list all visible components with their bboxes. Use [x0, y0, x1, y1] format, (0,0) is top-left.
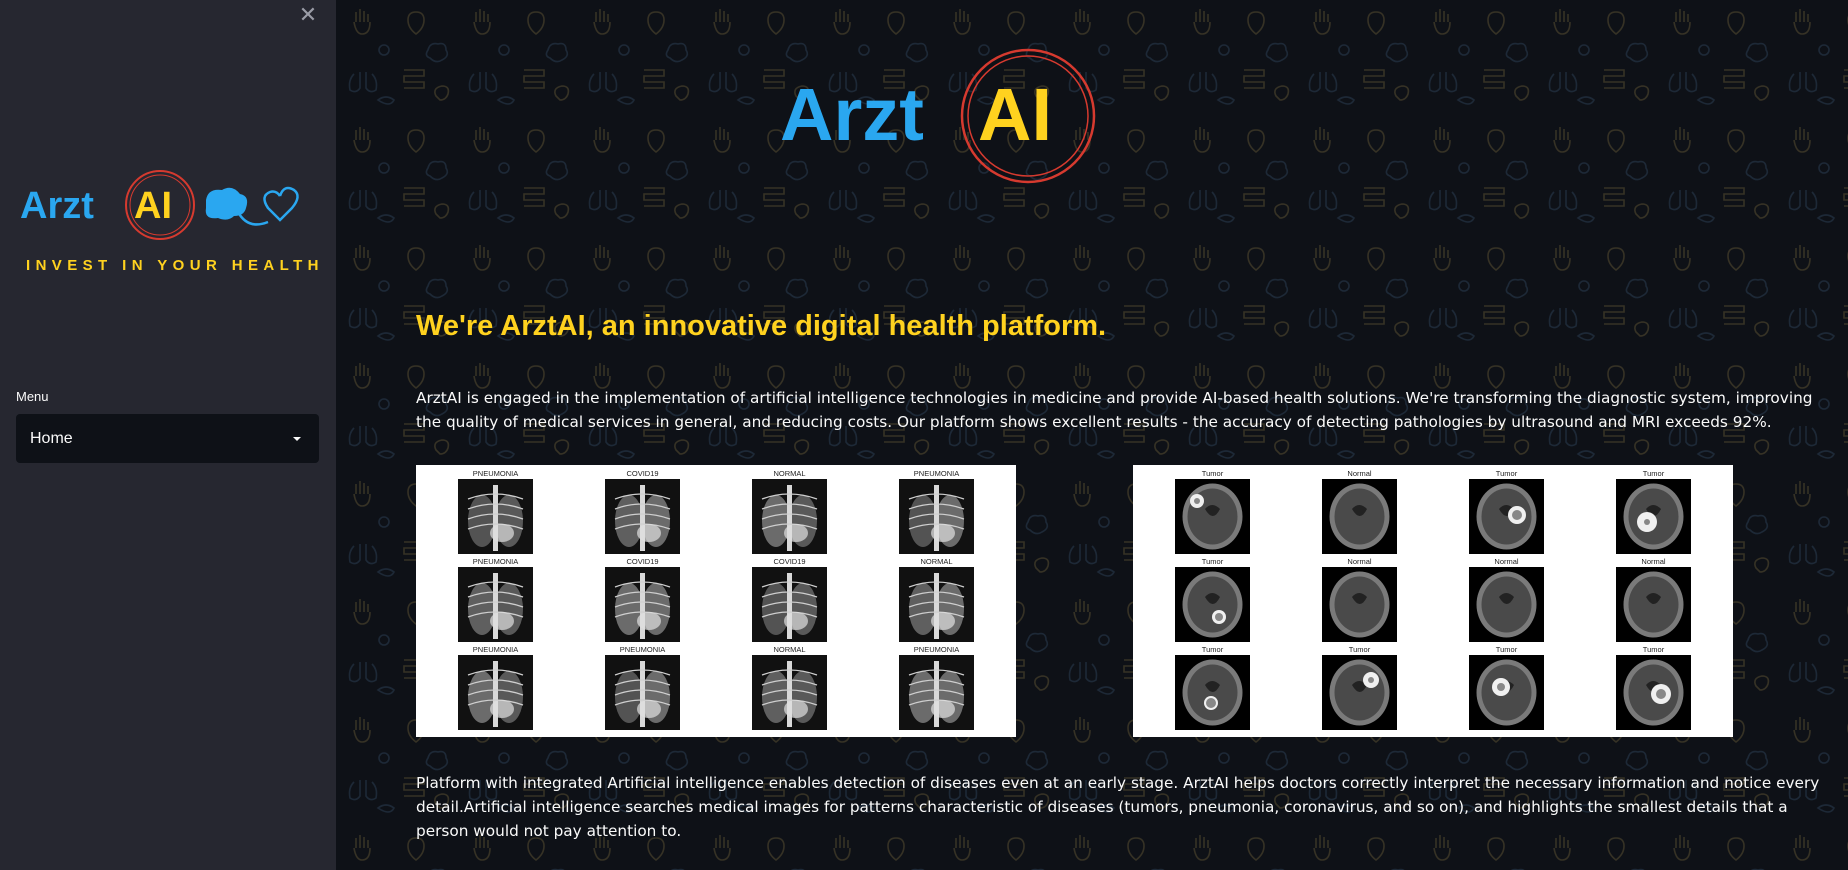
- hero-logo-word2: AI: [978, 73, 1052, 156]
- mri-scan-image: [1175, 655, 1250, 730]
- main-content: Arzt AI We're ArztAI, an innovative digi…: [336, 0, 1848, 870]
- menu-select-value: Home: [30, 429, 73, 447]
- mri-scan-image: [1469, 479, 1544, 554]
- xray-grid-cell: PNEUMONIA: [422, 645, 569, 733]
- xray-scan-image: [605, 479, 680, 554]
- xray-grid-cell: PNEUMONIA: [569, 645, 716, 733]
- xray-cell-label: NORMAL: [920, 557, 953, 566]
- xray-cell-label: COVID19: [626, 557, 659, 566]
- mri-grid-cell: Tumor: [1139, 645, 1286, 733]
- xray-scan-image: [458, 479, 533, 554]
- mri-grid-cell: Tumor: [1139, 469, 1286, 557]
- mri-grid-cell: Tumor: [1580, 469, 1727, 557]
- xray-grid-cell: PNEUMONIA: [863, 645, 1010, 733]
- mri-cell-label: Tumor: [1201, 557, 1224, 566]
- xray-cell-label: NORMAL: [773, 469, 806, 478]
- xray-grid-cell: NORMAL: [863, 557, 1010, 645]
- xray-cell-label: PNEUMONIA: [472, 557, 519, 566]
- xray-scan-image: [605, 655, 680, 730]
- xray-cell-label: PNEUMONIA: [619, 645, 666, 654]
- mri-scan-image: [1616, 655, 1691, 730]
- mri-cell-label: Tumor: [1642, 645, 1665, 654]
- mri-cell-label: Tumor: [1495, 645, 1518, 654]
- xray-grid-cell: COVID19: [716, 557, 863, 645]
- mri-grid-cell: Tumor: [1580, 645, 1727, 733]
- xray-grid-cell: NORMAL: [716, 469, 863, 557]
- xray-grid-cell: NORMAL: [716, 645, 863, 733]
- hero-logo-word1: Arzt: [780, 73, 924, 156]
- xray-grid-cell: COVID19: [569, 557, 716, 645]
- mri-scan-image: [1469, 655, 1544, 730]
- mri-cell-label: Tumor: [1642, 469, 1665, 478]
- xray-scan-image: [458, 655, 533, 730]
- xray-cell-label: PNEUMONIA: [472, 645, 519, 654]
- hero-logo: Arzt AI: [780, 48, 1096, 184]
- xray-scan-image: [752, 567, 827, 642]
- xray-cell-label: NORMAL: [773, 645, 806, 654]
- heart-stethoscope-icon: [236, 186, 299, 226]
- xray-scan-image: [899, 655, 974, 730]
- mri-scan-image: [1322, 479, 1397, 554]
- mri-grid-cell: Normal: [1286, 469, 1433, 557]
- mri-cell-label: Normal: [1347, 557, 1372, 566]
- sidebar-logo: Arzt AI INVEST IN YOUR HEALTH: [20, 170, 318, 274]
- sidebar-logo-word2: AI: [134, 185, 172, 227]
- xray-scan-image: [605, 567, 680, 642]
- sidebar: ✕ Arzt AI INVEST IN YOUR HEALTH Menu Hom…: [0, 0, 336, 870]
- mri-cell-label: Normal: [1494, 557, 1519, 566]
- mri-grid-cell: Tumor: [1433, 469, 1580, 557]
- xray-cell-label: PNEUMONIA: [472, 469, 519, 478]
- xray-scan-image: [899, 567, 974, 642]
- mri-cell-label: Normal: [1641, 557, 1666, 566]
- mri-scan-image: [1469, 567, 1544, 642]
- mri-scan-image: [1175, 479, 1250, 554]
- menu-label: Menu: [16, 389, 49, 404]
- mri-grid-cell: Normal: [1580, 557, 1727, 645]
- xray-grid-cell: PNEUMONIA: [863, 469, 1010, 557]
- close-icon: ✕: [298, 3, 318, 28]
- xray-scan-image: [458, 567, 533, 642]
- mri-scan-image: [1616, 479, 1691, 554]
- mri-scan-image: [1322, 567, 1397, 642]
- mri-cell-label: Tumor: [1201, 645, 1224, 654]
- sidebar-logo-word1: Arzt: [20, 185, 94, 227]
- sidebar-logo-tagline: INVEST IN YOUR HEALTH: [26, 257, 318, 274]
- page-headline: We're ArztAI, an innovative digital heal…: [416, 310, 1107, 342]
- mri-cell-label: Tumor: [1495, 469, 1518, 478]
- xray-grid-cell: COVID19: [569, 469, 716, 557]
- mri-grid-cell: Tumor: [1139, 557, 1286, 645]
- xray-scan-image: [899, 479, 974, 554]
- xray-cell-label: PNEUMONIA: [913, 469, 960, 478]
- mri-grid-cell: Normal: [1286, 557, 1433, 645]
- xray-grid-cell: PNEUMONIA: [422, 469, 569, 557]
- mri-grid-cell: Tumor: [1286, 645, 1433, 733]
- xray-cell-label: COVID19: [773, 557, 806, 566]
- mri-cell-label: Tumor: [1201, 469, 1224, 478]
- mri-image-grid: Tumor Normal Tumor Tumor Tumor Normal Normal No…: [1133, 465, 1733, 737]
- mri-scan-image: [1175, 567, 1250, 642]
- chevron-down-icon: [293, 436, 301, 441]
- xray-scan-image: [752, 479, 827, 554]
- mri-scan-image: [1322, 655, 1397, 730]
- detection-paragraph: Platform with integrated Artificial inte…: [416, 774, 1820, 840]
- mri-grid-cell: Normal: [1433, 557, 1580, 645]
- xray-image-grid: PNEUMONIA COVID19 NORMAL PNEUMONIA PNEUMONIA…: [416, 465, 1016, 737]
- mri-cell-label: Normal: [1347, 469, 1372, 478]
- menu-select[interactable]: Home: [16, 414, 319, 463]
- xray-cell-label: PNEUMONIA: [913, 645, 960, 654]
- mri-cell-label: Tumor: [1348, 645, 1371, 654]
- xray-scan-image: [752, 655, 827, 730]
- mri-grid-cell: Tumor: [1433, 645, 1580, 733]
- xray-grid-cell: PNEUMONIA: [422, 557, 569, 645]
- close-sidebar-button[interactable]: ✕: [298, 4, 318, 28]
- xray-cell-label: COVID19: [626, 469, 659, 478]
- intro-paragraph: ArztAI is engaged in the implementation …: [416, 389, 1813, 431]
- mri-scan-image: [1616, 567, 1691, 642]
